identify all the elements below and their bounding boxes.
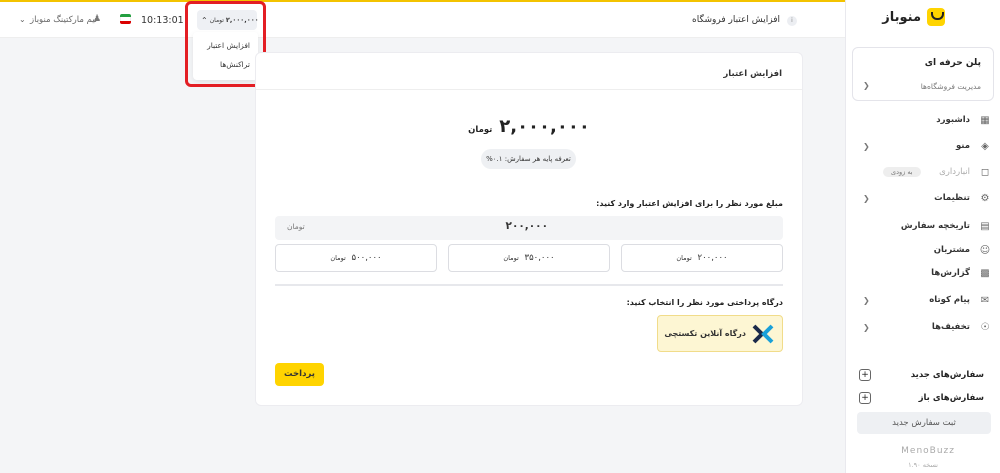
chevron-left-icon: ❮ [863, 81, 870, 90]
sidebar-item-label: مشتریان [933, 245, 970, 255]
plus-icon[interactable]: + [859, 369, 871, 381]
chevron-left-icon: ❮ [863, 322, 870, 332]
layers-icon: ◈ [981, 140, 989, 152]
sidebar-item-order-history[interactable]: ▤ تاریخچه سفارش [855, 216, 992, 236]
preset-value: ۳۵۰,۰۰۰ [524, 253, 555, 263]
quick-open-orders[interactable]: سفارش‌های باز + [855, 389, 992, 407]
sidebar-item-label: منو [955, 141, 970, 151]
info-icon[interactable]: i [787, 16, 797, 26]
plus-icon[interactable]: + [859, 392, 871, 404]
divider [275, 284, 783, 286]
sidebar-item-label: گزارش‌ها [931, 268, 970, 278]
selected-amount: ۲,۰۰۰,۰۰۰ تومان [256, 116, 802, 137]
sidebar-item-sms[interactable]: ✉ پیام کوتاه ❮ [855, 290, 992, 310]
discount-icon: ☉ [980, 321, 990, 333]
sidebar-item-label: تنظیمات [934, 193, 970, 203]
preset-value: ۲۰۰,۰۰۰ [697, 253, 728, 263]
amount-value: ۲,۰۰۰,۰۰۰ [499, 116, 590, 137]
footer-brand: MenoBuzz [901, 446, 955, 456]
sidebar-item-label: داشبورد [936, 115, 970, 125]
preset-unit: تومان [676, 254, 692, 262]
rate-badge: تعرفه پایه هر سفارش: ۰.۱% [481, 149, 576, 169]
preset-amount-button[interactable]: ۲۰۰,۰۰۰ تومان [621, 244, 783, 272]
user-icon: ♟ [93, 14, 102, 24]
pay-button[interactable]: پرداخت [275, 363, 324, 386]
chevron-left-icon: ❮ [863, 295, 870, 305]
sidebar-item-dashboard[interactable]: ▦ داشبورد [855, 110, 992, 130]
amount-input[interactable]: ۲۰۰,۰۰۰ تومان [275, 216, 783, 240]
gateway-logo-icon [752, 324, 774, 344]
sidebar: منوباز پلن حرفه ای مدیریت فروشگاه‌ها ❮ ▦… [845, 0, 1000, 473]
increase-credit-card: افزایش اعتبار ۲,۰۰۰,۰۰۰ تومان تعرفه پایه… [255, 52, 803, 406]
amount-input-unit: تومان [287, 222, 305, 231]
chevron-left-icon: ❮ [863, 193, 870, 203]
document-icon: ▤ [980, 220, 990, 232]
divider [256, 89, 802, 90]
sidebar-item-label: تاریخچه سفارش [900, 221, 970, 231]
new-order-button[interactable]: ثبت سفارش جدید [857, 412, 991, 434]
preset-unit: تومان [503, 254, 519, 262]
page-title: افزایش اعتبار فروشگاه [692, 15, 780, 25]
sidebar-item-label: انبارداری [939, 167, 970, 177]
card-title: افزایش اعتبار [723, 69, 782, 79]
quick-label: سفارش‌های باز [918, 393, 984, 403]
amount-unit: تومان [468, 125, 493, 135]
preset-amount-button[interactable]: ۵۰۰,۰۰۰ تومان [275, 244, 437, 272]
gateway-prompt: درگاه پرداختی مورد نظر را انتخاب کنید: [626, 298, 783, 307]
sidebar-item-label: تخفیف‌ها [931, 322, 970, 332]
amount-input-value: ۲۰۰,۰۰۰ [505, 220, 548, 232]
preset-amount-button[interactable]: ۳۵۰,۰۰۰ تومان [448, 244, 610, 272]
users-icon: ☺ [979, 244, 991, 256]
iran-flag-icon [120, 14, 131, 24]
plan-title: پلن حرفه ای [924, 58, 981, 68]
plan-card[interactable]: پلن حرفه ای مدیریت فروشگاه‌ها ❮ [852, 47, 994, 101]
sidebar-item-discounts[interactable]: ☉ تخفیف‌ها ❮ [855, 317, 992, 337]
plan-subtitle: مدیریت فروشگاه‌ها [920, 82, 981, 91]
sidebar-item-customers[interactable]: ☺ مشتریان [855, 240, 992, 260]
brand-logo-icon [927, 8, 945, 26]
sidebar-item-settings[interactable]: ⚙ تنظیمات ❮ [855, 188, 992, 208]
sidebar-item-menu[interactable]: ◈ منو ❮ [855, 136, 992, 156]
quick-label: سفارش‌های جدید [910, 370, 984, 380]
clock: 10:13:01 [141, 15, 184, 26]
chevron-left-icon: ❮ [863, 141, 870, 151]
box-icon: ◻ [980, 166, 990, 178]
coming-soon-badge: به زودی [883, 167, 921, 177]
user-name[interactable]: تیم مارکتینگ منوباز [30, 15, 97, 25]
topbar: افزایش اعتبار فروشگاه i ⌄ تیم مارکتینگ م… [0, 0, 845, 38]
preset-unit: تومان [330, 254, 346, 262]
brand-name: منوباز [882, 9, 921, 25]
preset-value: ۵۰۰,۰۰۰ [351, 253, 382, 263]
gateway-name: درگاه آنلاین تکستچی [664, 329, 746, 338]
message-icon: ✉ [980, 294, 990, 306]
brand[interactable]: منوباز [882, 8, 945, 26]
gear-icon: ⚙ [980, 192, 990, 204]
report-icon: ▩ [980, 267, 990, 279]
sidebar-item-reports[interactable]: ▩ گزارش‌ها [855, 263, 992, 283]
highlight-box [185, 1, 266, 87]
amount-prompt: مبلغ مورد نظر را برای افزایش اعتبار وارد… [596, 199, 783, 208]
gateway-option[interactable]: درگاه آنلاین تکستچی [657, 315, 783, 352]
quick-new-orders[interactable]: سفارش‌های جدید + [855, 366, 992, 384]
sidebar-item-inventory: ◻ انبارداری به زودی [855, 162, 992, 182]
sidebar-item-label: پیام کوتاه [929, 295, 970, 305]
dashboard-grid-icon: ▦ [980, 114, 990, 126]
footer-version: نسخه ۱.۹۰ [908, 461, 938, 469]
chevron-down-icon[interactable]: ⌄ [19, 15, 26, 24]
